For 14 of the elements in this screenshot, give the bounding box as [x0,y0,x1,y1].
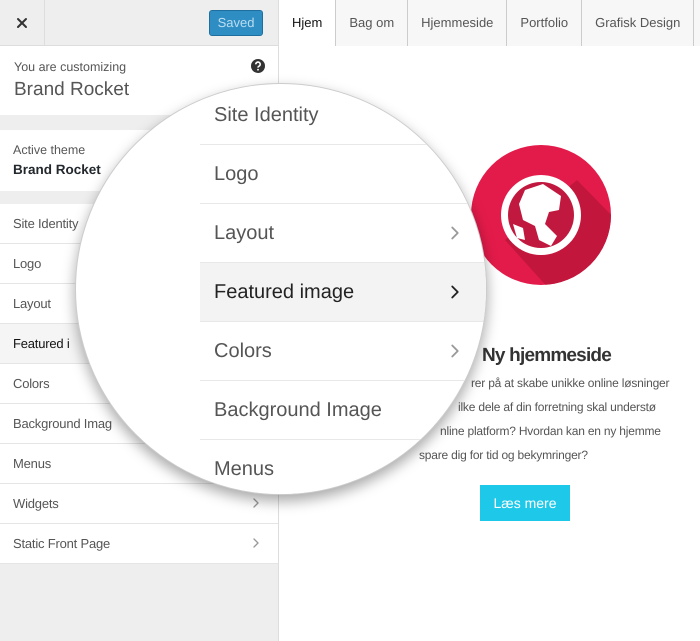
magnified-item[interactable]: Menus [200,440,416,494]
preview-text-line: ilke dele af din forretning skal understø [458,399,656,416]
theme-caption: Active theme [13,142,86,159]
theme-name: Brand Rocket [13,160,101,178]
sidebar-item[interactable]: Static Front Page [0,524,278,564]
preview-text-line: nline platform? Hvordan kan en ny hjemme [440,423,661,440]
site-title: Brand Rocket [14,78,130,102]
magnified-item[interactable]: Layout [200,204,486,263]
sidebar-item[interactable]: Widgets [0,484,278,524]
nav-tab[interactable]: Hjem [279,0,336,46]
customizing-caption: You are customizing [14,59,126,76]
magnified-item[interactable]: Featured image [200,263,486,322]
help-icon[interactable] [251,59,265,73]
preview-text-line: spare dig for tid og bekymringer? [419,447,588,464]
